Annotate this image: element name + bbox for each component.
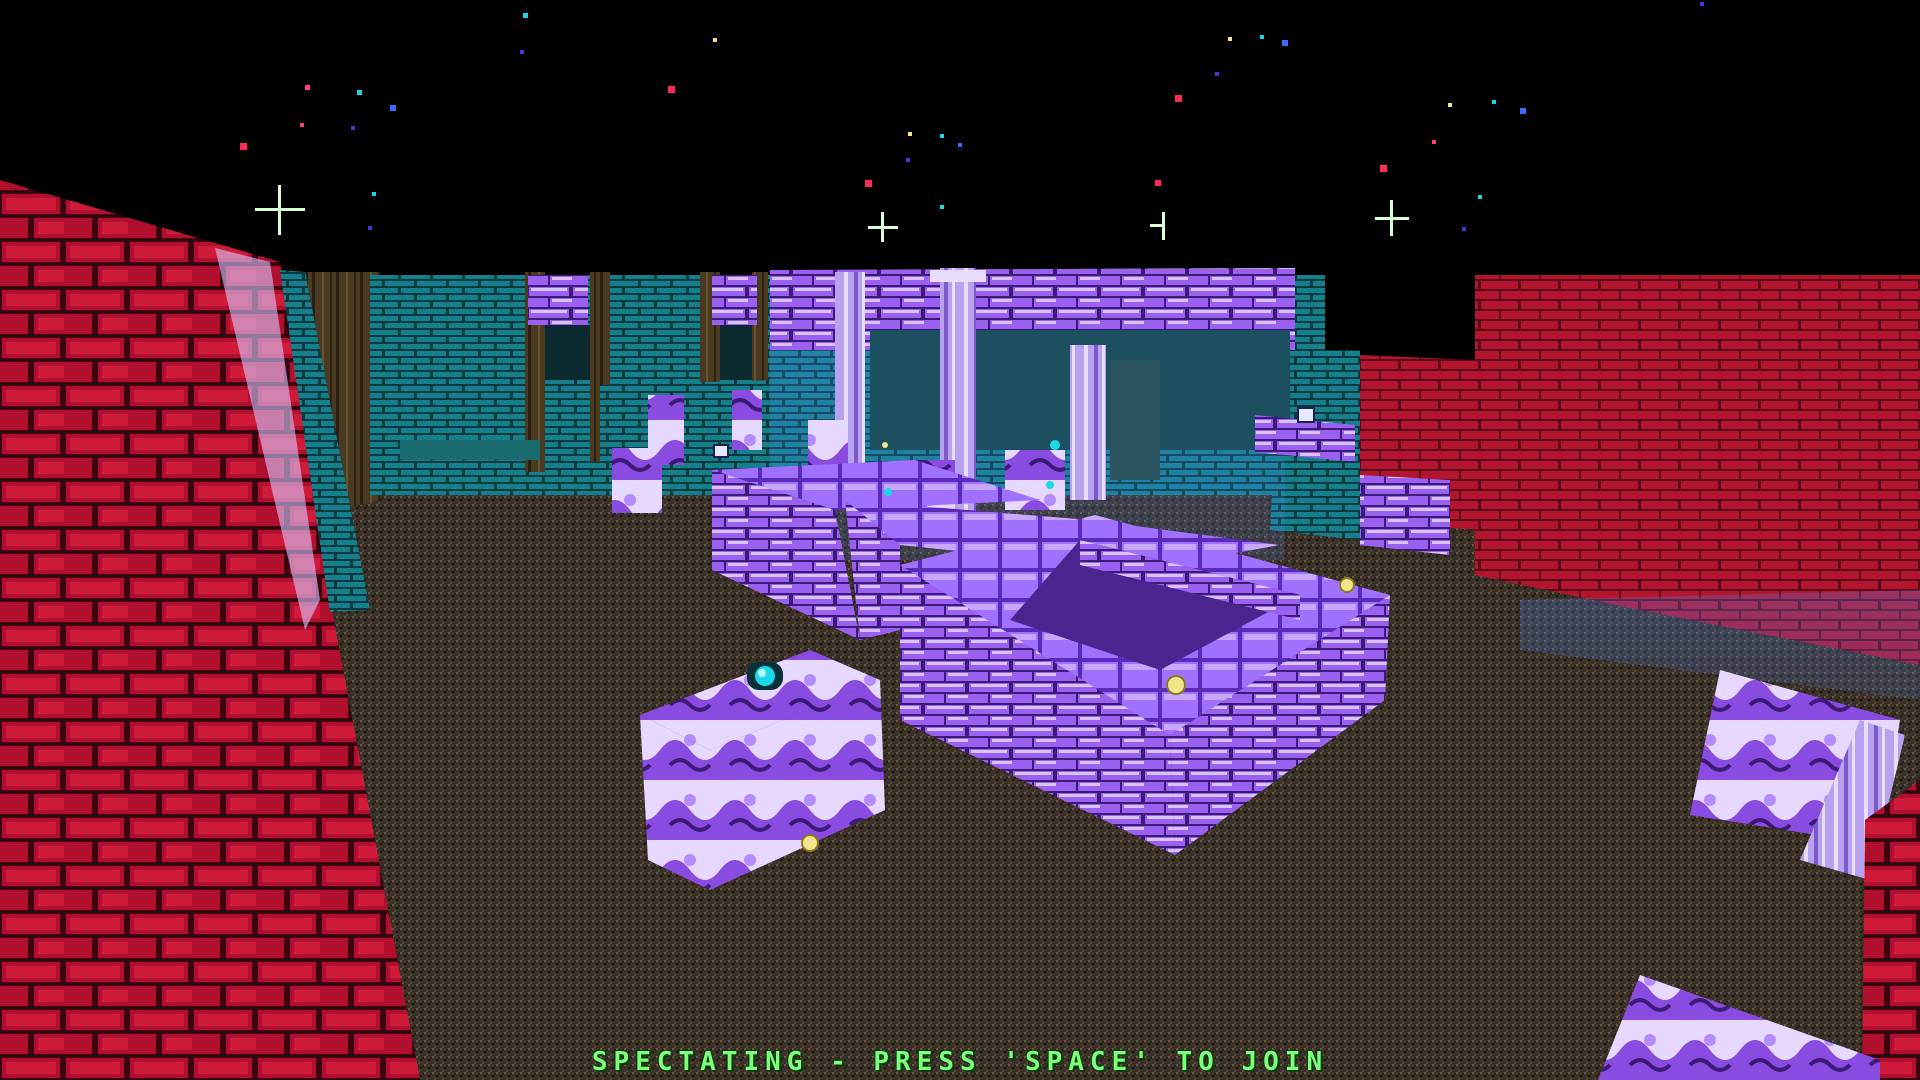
- armor-pickup-icon[interactable]: [1297, 407, 1315, 423]
- health-pickup[interactable]: [1166, 675, 1186, 695]
- column-base: [930, 270, 986, 282]
- cyan-orb-icon[interactable]: [884, 488, 892, 496]
- red-brick-fragment: [1862, 780, 1920, 1080]
- powerup-orb-icon[interactable]: [747, 662, 783, 690]
- temple-doorway: [1110, 360, 1160, 480]
- back-ledge: [400, 440, 540, 460]
- health-pickup[interactable]: [801, 834, 819, 852]
- game-viewport[interactable]: SPECTATING - PRESS 'SPACE' TO JOIN: [0, 0, 1920, 1080]
- marble-block: [808, 420, 848, 465]
- armor-pickup-icon[interactable]: [713, 444, 729, 458]
- marble-pedestal: [732, 390, 762, 450]
- cyan-orb-icon[interactable]: [1050, 440, 1060, 450]
- marble-pedestal: [612, 448, 662, 513]
- game-scene[interactable]: [0, 0, 1920, 1080]
- purple-block: [1360, 475, 1450, 555]
- purple-lintel: [528, 275, 588, 325]
- spectating-banner: SPECTATING - PRESS 'SPACE' TO JOIN: [591, 1047, 1329, 1077]
- purple-lintel: [712, 275, 757, 325]
- cyan-orb-icon[interactable]: [1046, 481, 1054, 489]
- night-sky: [0, 0, 1920, 300]
- dark-alcove: [720, 325, 752, 380]
- dark-alcove: [545, 325, 590, 380]
- temple-column: [1070, 345, 1106, 500]
- health-pickup[interactable]: [882, 442, 888, 448]
- health-pickup[interactable]: [1339, 577, 1355, 593]
